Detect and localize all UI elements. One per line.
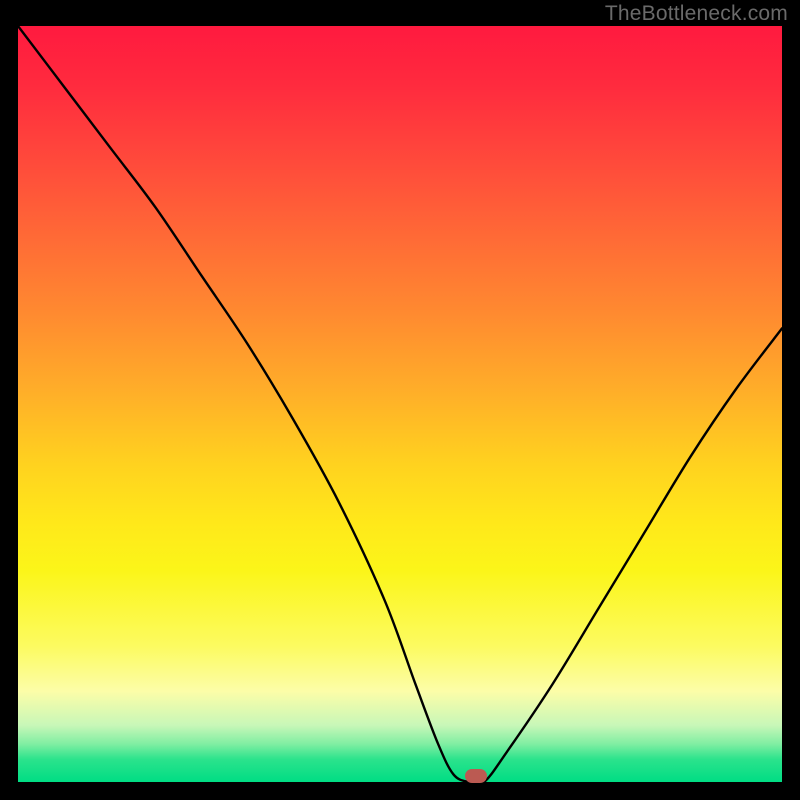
watermark-text: TheBottleneck.com: [605, 2, 788, 26]
chart-frame: TheBottleneck.com: [0, 0, 800, 800]
plot-area: [18, 26, 782, 782]
bottleneck-curve: [18, 26, 782, 782]
optimal-point-marker: [465, 769, 487, 783]
